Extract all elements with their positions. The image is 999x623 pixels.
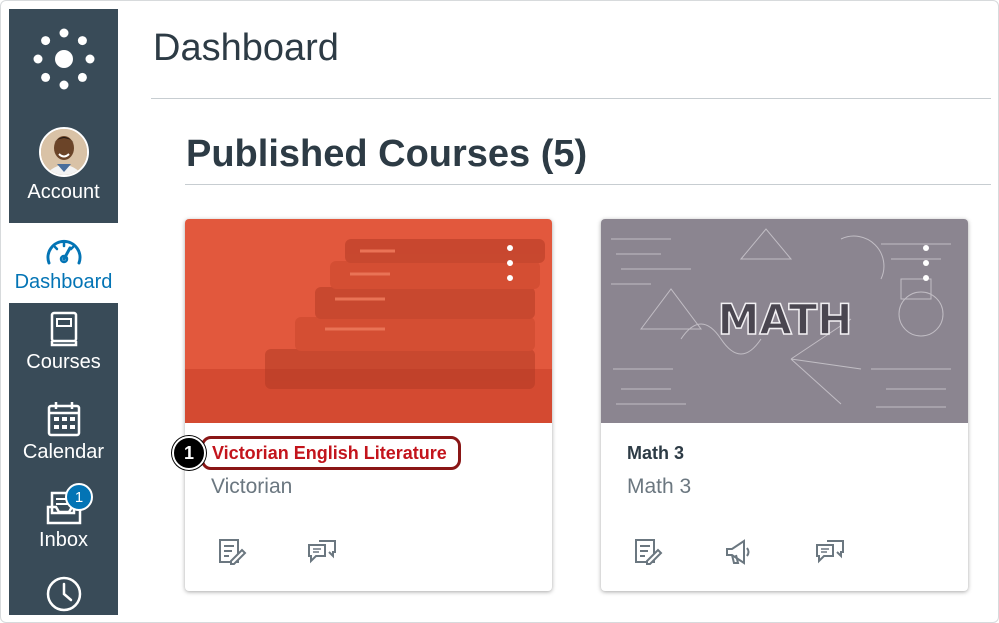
nav-dashboard[interactable]: Dashboard	[9, 223, 118, 303]
avatar	[38, 127, 89, 177]
card-options-menu[interactable]	[507, 245, 515, 281]
nav-account[interactable]: Account	[9, 127, 118, 219]
courses-icon	[50, 311, 77, 347]
assignments-icon[interactable]	[633, 537, 663, 567]
course-card[interactable]: Victorian	[185, 219, 552, 591]
history-icon	[46, 576, 81, 612]
books-image	[185, 219, 552, 423]
discussions-icon[interactable]	[307, 537, 337, 567]
nav-calendar-label: Calendar	[22, 441, 105, 463]
course-card-hero[interactable]: MATH	[601, 219, 968, 423]
course-card-subtitle: Victorian	[211, 475, 293, 498]
course-card-actions	[185, 537, 552, 567]
nav-calendar[interactable]: Calendar	[9, 401, 118, 481]
canvas-logo-icon[interactable]	[9, 9, 118, 109]
title-divider	[151, 98, 991, 99]
course-card-actions	[601, 537, 968, 567]
discussions-icon[interactable]	[815, 537, 845, 567]
math-chalkboard-image: MATH	[601, 219, 968, 423]
course-title-link-highlight[interactable]: Victorian English Literature	[201, 436, 461, 470]
global-navigation: Account Dashboard Courses Calendar Inbox…	[9, 9, 118, 615]
nav-dashboard-label: Dashboard	[14, 271, 113, 293]
page-title: Dashboard	[153, 27, 339, 69]
nav-inbox[interactable]: Inbox 1	[9, 483, 118, 571]
course-card[interactable]: MATH Math 3 Math 3	[601, 219, 968, 591]
course-card-title[interactable]: Victorian English Literature	[212, 443, 447, 464]
calendar-icon	[47, 402, 80, 437]
section-title: Published Courses (5)	[186, 133, 588, 175]
step-callout-badge: 1	[172, 436, 206, 470]
nav-courses-label: Courses	[26, 351, 101, 373]
nav-courses[interactable]: Courses	[9, 311, 118, 391]
math-hero-text: MATH	[718, 295, 853, 344]
nav-history[interactable]	[9, 575, 118, 615]
dashboard-icon	[46, 240, 81, 265]
course-card-hero[interactable]	[185, 219, 552, 423]
section-divider	[185, 184, 991, 185]
nav-account-label: Account	[27, 181, 100, 203]
course-card-subtitle: Math 3	[627, 475, 692, 498]
card-options-menu[interactable]	[923, 245, 931, 281]
inbox-unread-badge: 1	[65, 483, 93, 511]
assignments-icon[interactable]	[217, 537, 247, 567]
browser-frame: Account Dashboard Courses Calendar Inbox…	[0, 0, 999, 623]
nav-inbox-label: Inbox	[39, 529, 88, 551]
announcements-icon[interactable]	[723, 537, 753, 567]
course-card-title[interactable]: Math 3	[627, 443, 684, 464]
